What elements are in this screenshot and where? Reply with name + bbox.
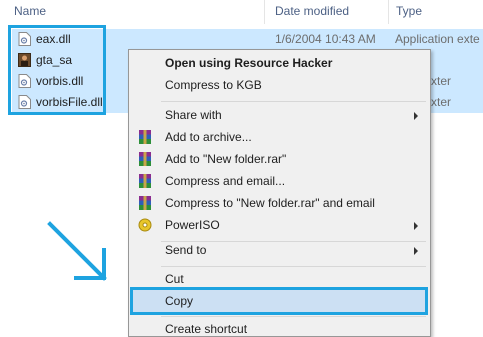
- menu-separator: [161, 266, 426, 267]
- menu-separator: [161, 101, 426, 102]
- menu-item-add-to-rar[interactable]: Add to "New folder.rar": [131, 148, 428, 170]
- file-date: 1/6/2004 10:43 AM: [275, 32, 376, 46]
- submenu-arrow-icon: [414, 247, 418, 255]
- menu-item-send-to[interactable]: Send to: [131, 239, 428, 261]
- copy-highlight-box: [130, 287, 428, 315]
- column-header-type[interactable]: Type: [396, 4, 422, 18]
- menu-item-label: Create shortcut: [165, 322, 248, 336]
- menu-item-compress-email[interactable]: Compress and email...: [131, 170, 428, 192]
- menu-item-label: Add to "New folder.rar": [165, 152, 287, 166]
- winrar-icon: [139, 174, 151, 188]
- winrar-icon: [139, 196, 151, 210]
- menu-item-label: Cut: [165, 272, 184, 286]
- menu-item-create-shortcut[interactable]: Create shortcut: [131, 318, 428, 336]
- poweriso-icon: [138, 218, 152, 232]
- menu-item-compress-rar-email[interactable]: Compress to "New folder.rar" and email: [131, 192, 428, 214]
- menu-separator: [161, 316, 426, 317]
- menu-item-label: Share with: [165, 108, 222, 122]
- column-header-bar: Name Date modified Type: [0, 0, 483, 24]
- menu-item-label: Compress to "New folder.rar" and email: [165, 196, 375, 210]
- menu-item-share-with[interactable]: Share with: [131, 104, 428, 126]
- menu-item-add-to-archive[interactable]: Add to archive...: [131, 126, 428, 148]
- menu-item-compress-kgb[interactable]: Compress to KGB: [131, 74, 428, 96]
- menu-item-label: Send to: [165, 243, 207, 257]
- menu-item-label: Add to archive...: [165, 130, 252, 144]
- menu-item-label: PowerISO: [165, 218, 220, 232]
- menu-item-label: Compress to KGB: [165, 78, 262, 92]
- column-header-date[interactable]: Date modified: [275, 4, 349, 18]
- file-type: Application exte: [395, 32, 480, 46]
- winrar-icon: [139, 152, 151, 166]
- menu-item-poweriso[interactable]: PowerISO: [131, 214, 428, 236]
- menu-item-open-resource-hacker[interactable]: Open using Resource Hacker: [131, 52, 428, 74]
- submenu-arrow-icon: [414, 222, 418, 230]
- winrar-icon: [139, 130, 151, 144]
- column-divider[interactable]: [388, 0, 389, 24]
- submenu-arrow-icon: [414, 112, 418, 120]
- arrow-annotation-icon: [47, 221, 107, 281]
- column-header-name[interactable]: Name: [14, 4, 46, 18]
- menu-item-label: Open using Resource Hacker: [165, 56, 333, 70]
- selection-highlight-box: [8, 25, 106, 115]
- menu-item-label: Compress and email...: [165, 174, 286, 188]
- column-divider[interactable]: [264, 0, 265, 24]
